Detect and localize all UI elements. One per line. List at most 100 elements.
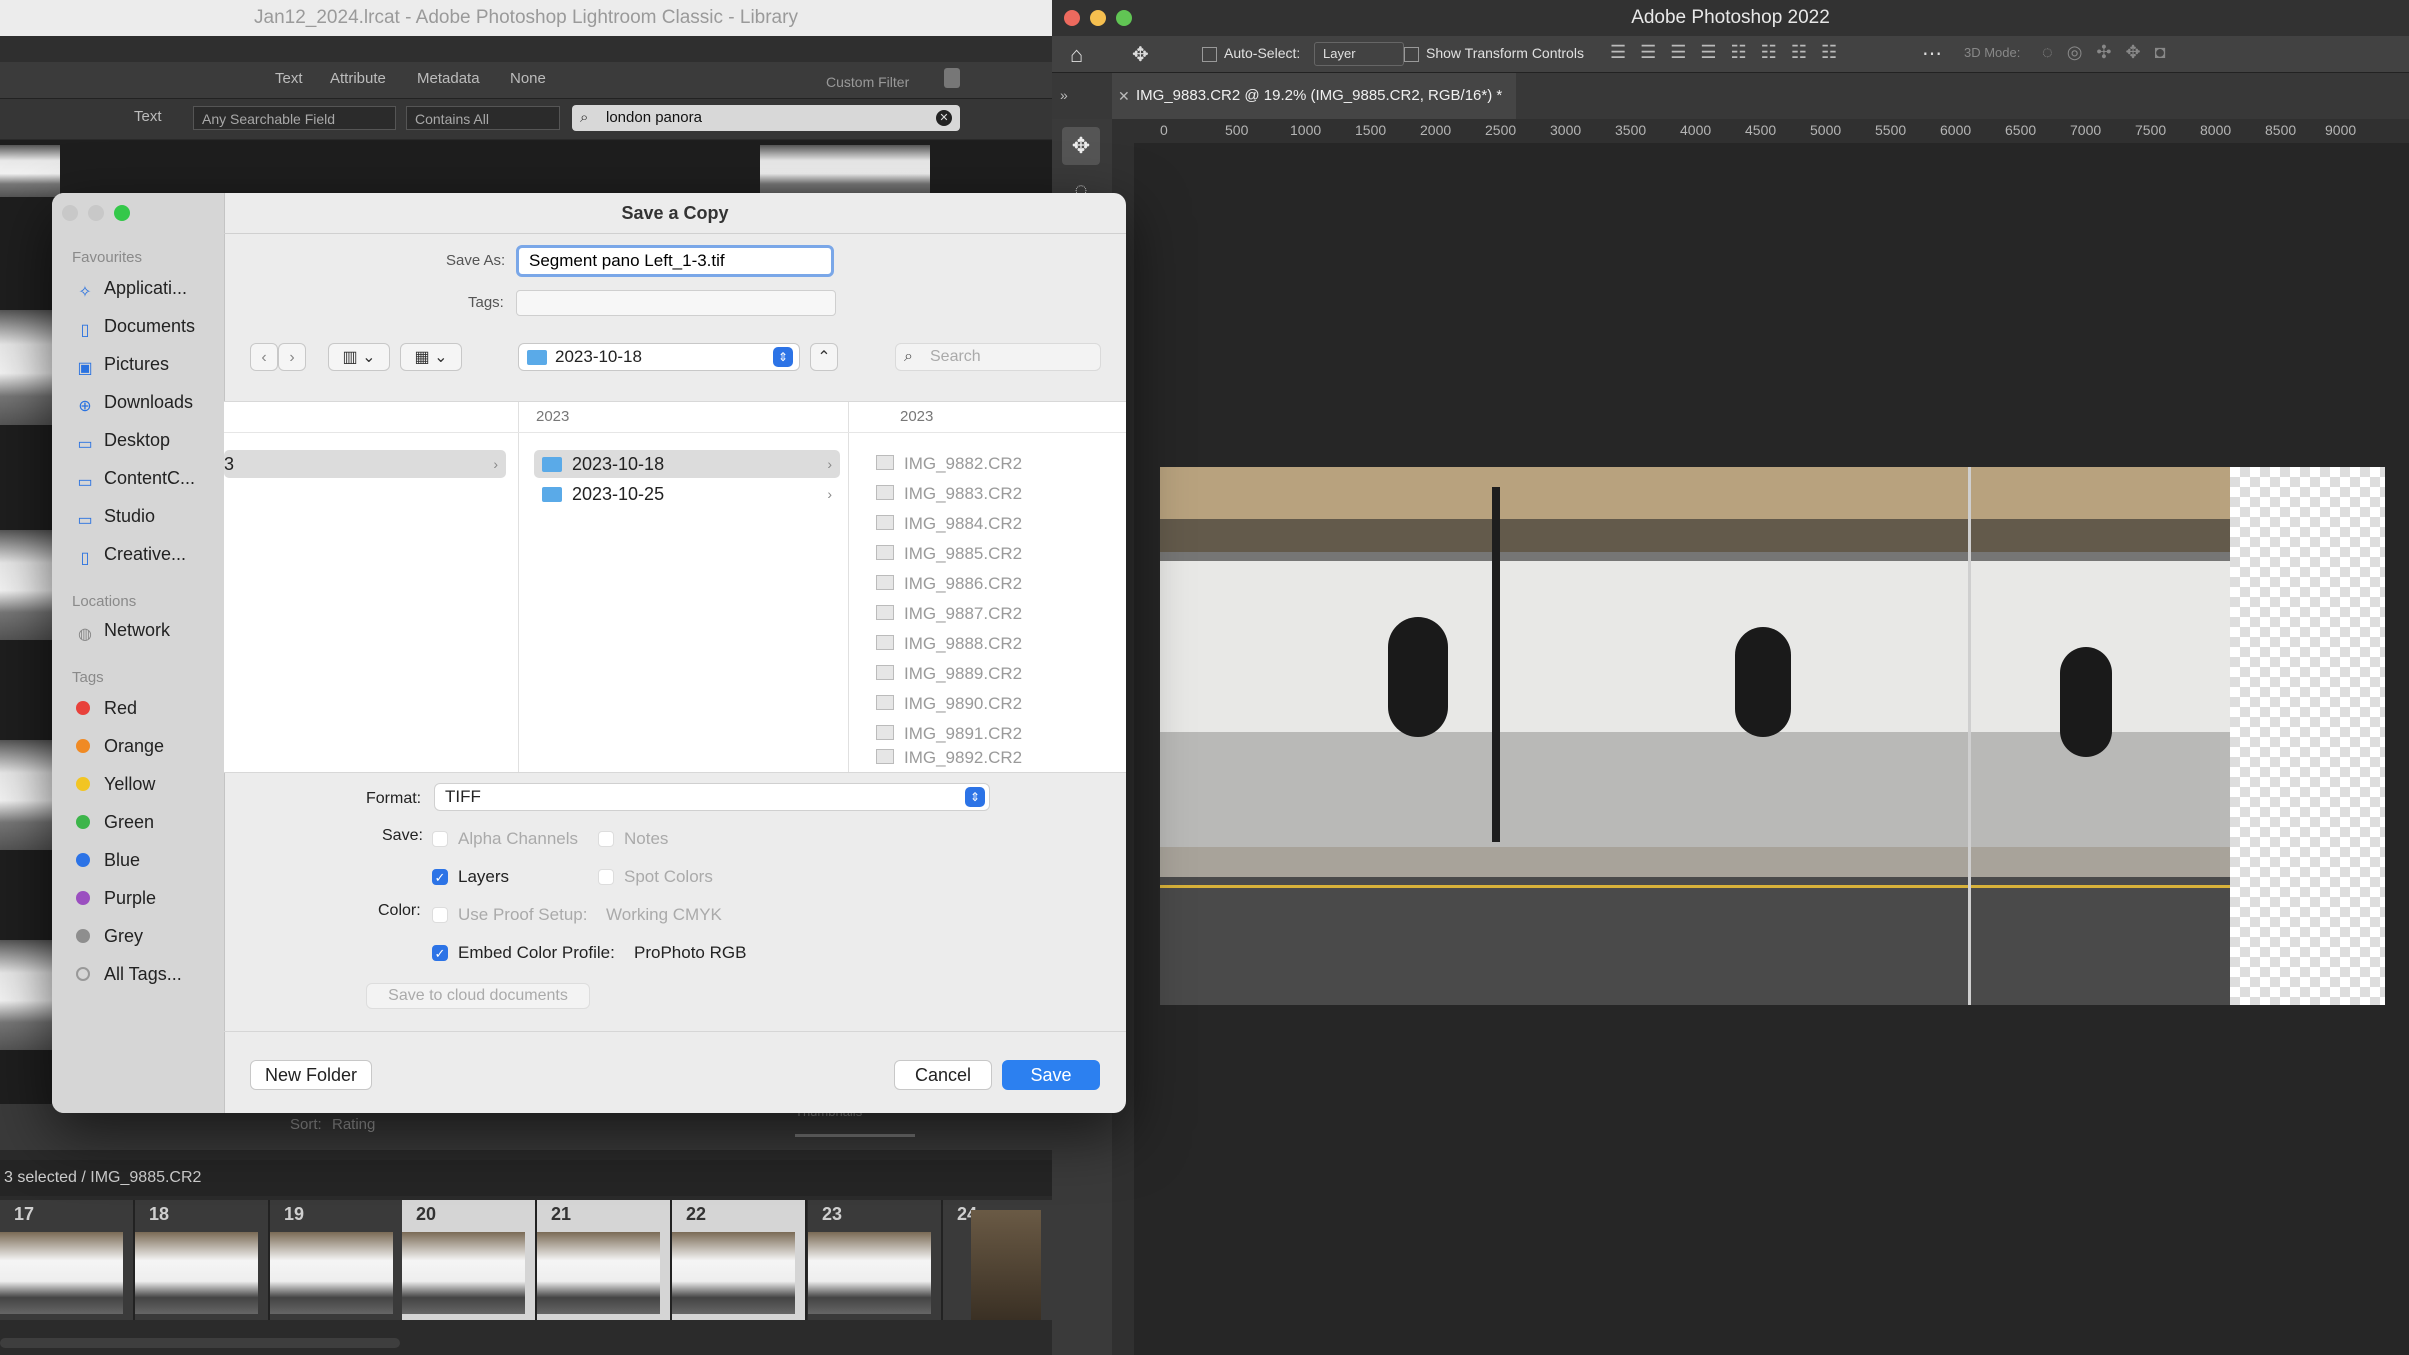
sidebar-tag-orange[interactable]: Orange: [76, 733, 164, 759]
cancel-button[interactable]: Cancel: [894, 1060, 992, 1090]
forward-chevron-icon[interactable]: ›: [278, 343, 306, 371]
filter-tab-none[interactable]: None: [510, 70, 546, 87]
home-icon[interactable]: ⌂: [1070, 42, 1083, 68]
searchable-field-select[interactable]: Any Searchable Field: [193, 106, 396, 130]
move-tool-icon[interactable]: ✥: [1062, 127, 1100, 165]
file-row[interactable]: IMG_9882.CR2: [876, 450, 1022, 478]
dialog-zoom-icon[interactable]: [114, 205, 130, 221]
grid-thumbnail[interactable]: [0, 530, 52, 640]
folder-row[interactable]: 2023-10-25 ›: [534, 480, 840, 508]
transform-controls-checkbox[interactable]: [1404, 47, 1419, 62]
sidebar-tag-grey[interactable]: Grey: [76, 923, 143, 949]
filmstrip-cell[interactable]: 19: [270, 1200, 405, 1320]
zoom-window-icon[interactable]: [1116, 10, 1132, 26]
sidebar-tag-green[interactable]: Green: [76, 809, 154, 835]
dialog-minimize-icon[interactable]: [88, 205, 104, 221]
embed-profile-checkbox[interactable]: ✓: [432, 945, 448, 961]
filmstrip-thumbnail[interactable]: [537, 1232, 660, 1314]
sidebar-tag-blue[interactable]: Blue: [76, 847, 140, 873]
more-options-icon[interactable]: ⋯: [1922, 41, 1942, 66]
grid-thumbnail[interactable]: [0, 740, 52, 850]
file-row[interactable]: IMG_9885.CR2: [876, 540, 1022, 568]
sidebar-item-applications[interactable]: ✧ Applicati...: [76, 275, 187, 301]
tags-input[interactable]: [516, 290, 836, 316]
filmstrip-cell[interactable]: 24: [943, 1200, 1054, 1320]
format-select[interactable]: TIFF ⇕: [434, 783, 990, 811]
file-row[interactable]: IMG_9892.CR2: [876, 744, 1022, 772]
save-as-input[interactable]: Segment pano Left_1-3.tif: [516, 245, 834, 277]
alpha-channels-checkbox[interactable]: [432, 831, 448, 847]
back-chevron-icon[interactable]: ‹: [250, 343, 278, 371]
align-icons[interactable]: ☰☰☰☰☷☷☷☷: [1610, 42, 1851, 63]
file-row[interactable]: IMG_9888.CR2: [876, 630, 1022, 658]
close-window-icon[interactable]: [1064, 10, 1080, 26]
new-folder-button[interactable]: New Folder: [250, 1060, 372, 1090]
filmstrip-cell-selected[interactable]: 22: [672, 1200, 807, 1320]
library-search-input[interactable]: ⌕ london panora ✕: [572, 105, 960, 131]
filmstrip-scrollbar[interactable]: [0, 1338, 400, 1348]
sidebar-item-network[interactable]: ◍ Network: [76, 617, 170, 643]
selection-status[interactable]: 3 selected / IMG_9885.CR2: [4, 1169, 201, 1186]
grid-thumbnail[interactable]: [0, 940, 52, 1050]
file-row[interactable]: IMG_9890.CR2: [876, 690, 1022, 718]
lock-icon[interactable]: [944, 68, 960, 88]
browser-row-year[interactable]: 3 ›: [224, 450, 506, 478]
filter-tab-attribute[interactable]: Attribute: [330, 70, 386, 87]
filter-tab-metadata[interactable]: Metadata: [417, 70, 480, 87]
grid-thumbnail[interactable]: [0, 145, 60, 197]
clear-search-icon[interactable]: ✕: [936, 110, 952, 126]
grid-thumbnail[interactable]: [760, 145, 930, 197]
filmstrip-thumbnail[interactable]: [270, 1232, 393, 1314]
notes-checkbox[interactable]: [598, 831, 614, 847]
sidebar-item-downloads[interactable]: ⊕ Downloads: [76, 389, 193, 415]
sidebar-item-documents[interactable]: ▯ Documents: [76, 313, 195, 339]
dialog-close-icon[interactable]: [62, 205, 78, 221]
save-button[interactable]: Save: [1002, 1060, 1100, 1090]
grid-thumbnail[interactable]: [0, 310, 52, 425]
sidebar-item-pictures[interactable]: ▣ Pictures: [76, 351, 169, 377]
filmstrip-cell[interactable]: 17: [0, 1200, 135, 1320]
save-to-cloud-button[interactable]: Save to cloud documents: [366, 983, 590, 1009]
close-tab-icon[interactable]: ✕: [1118, 73, 1130, 119]
sort-value[interactable]: Rating: [332, 1116, 375, 1133]
collapse-chevron-icon[interactable]: ⌃: [810, 343, 838, 371]
filmstrip-thumbnail[interactable]: [808, 1232, 931, 1314]
filmstrip-thumbnail[interactable]: [135, 1232, 258, 1314]
folder-row-selected[interactable]: 2023-10-18 ›: [534, 450, 840, 478]
file-row[interactable]: IMG_9887.CR2: [876, 600, 1022, 628]
filmstrip-cell-selected[interactable]: 21: [537, 1200, 672, 1320]
filmstrip-thumbnail[interactable]: [402, 1232, 525, 1314]
document-tab[interactable]: ✕ IMG_9883.CR2 @ 19.2% (IMG_9885.CR2, RG…: [1112, 73, 1517, 119]
custom-filter-menu[interactable]: Custom Filter: [826, 74, 909, 90]
sidebar-item-studio[interactable]: ▭ Studio: [76, 503, 155, 529]
3d-mode-icons[interactable]: ◌◎✣✥◘: [2042, 42, 2179, 63]
sidebar-tag-red[interactable]: Red: [76, 695, 137, 721]
panorama-canvas-image[interactable]: [1160, 467, 2385, 1005]
filmstrip-thumbnail[interactable]: [672, 1232, 795, 1314]
contains-all-select[interactable]: Contains All: [406, 106, 560, 130]
sidebar-item-desktop[interactable]: ▭ Desktop: [76, 427, 170, 453]
column-view-icon[interactable]: ▥ ⌄: [328, 343, 390, 371]
minimize-window-icon[interactable]: [1090, 10, 1106, 26]
move-tool-icon[interactable]: ✥: [1132, 42, 1149, 67]
auto-select-checkbox[interactable]: [1202, 47, 1217, 62]
sidebar-tag-yellow[interactable]: Yellow: [76, 771, 155, 797]
sidebar-all-tags[interactable]: All Tags...: [76, 961, 182, 987]
filter-tab-text[interactable]: Text: [275, 70, 303, 87]
spot-colors-checkbox[interactable]: [598, 869, 614, 885]
file-row[interactable]: IMG_9884.CR2: [876, 510, 1022, 538]
file-row[interactable]: IMG_9889.CR2: [876, 660, 1022, 688]
layers-checkbox[interactable]: ✓: [432, 869, 448, 885]
sidebar-item-creative[interactable]: ▯ Creative...: [76, 541, 186, 567]
filmstrip-cell[interactable]: 23: [808, 1200, 943, 1320]
auto-select-dropdown[interactable]: Layer: [1314, 42, 1404, 66]
use-proof-checkbox[interactable]: [432, 907, 448, 923]
location-popup[interactable]: 2023-10-18 ⇕: [518, 343, 800, 371]
collapse-panels-icon[interactable]: »: [1060, 87, 1068, 103]
grid-view-icon[interactable]: ▦ ⌄: [400, 343, 462, 371]
filmstrip-cell-selected[interactable]: 20: [402, 1200, 537, 1320]
file-search-input[interactable]: ⌕ Search: [895, 343, 1101, 371]
filmstrip-thumbnail[interactable]: [0, 1232, 123, 1314]
file-row[interactable]: IMG_9886.CR2: [876, 570, 1022, 598]
sidebar-item-contentc[interactable]: ▭ ContentC...: [76, 465, 195, 491]
